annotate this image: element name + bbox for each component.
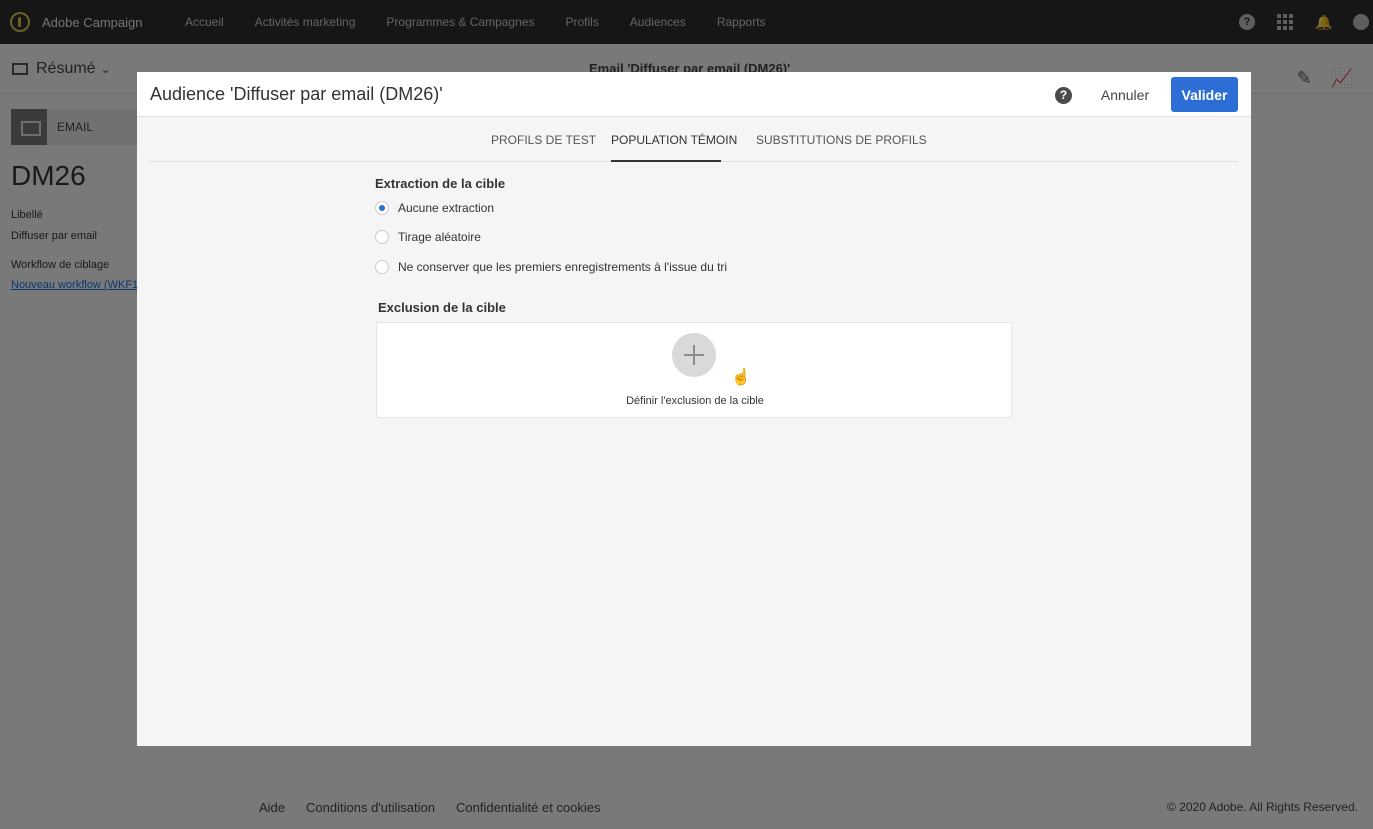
radio-label: Ne conserver que les premiers enregistre…	[398, 260, 728, 274]
radio-option-aucune-extraction[interactable]: Aucune extraction	[375, 199, 494, 217]
tab-profils-de-test[interactable]: PROFILS DE TEST	[491, 133, 596, 147]
cancel-button[interactable]: Annuler	[1089, 78, 1161, 111]
define-exclusion-label[interactable]: Définir l'exclusion de la cible	[377, 395, 1013, 407]
radio-option-tirage-aleatoire[interactable]: Tirage aléatoire	[375, 228, 481, 246]
radio-label: Aucune extraction	[398, 201, 495, 215]
dialog-header: Audience 'Diffuser par email (DM26)' ? A…	[137, 72, 1251, 117]
radio-button[interactable]	[375, 230, 389, 244]
dialog-title: Audience 'Diffuser par email (DM26)'	[150, 84, 443, 104]
active-tab-indicator	[611, 160, 721, 162]
radio-button[interactable]	[375, 201, 389, 215]
tab-substitutions-de-profils[interactable]: SUBSTITUTIONS DE PROFILS	[756, 133, 927, 147]
radio-option-premiers-enregistrements[interactable]: Ne conserver que les premiers enregistre…	[375, 258, 727, 276]
hand-pointer-icon: ☝	[731, 369, 751, 386]
validate-button[interactable]: Valider	[1171, 77, 1238, 112]
radio-label: Tirage aléatoire	[398, 230, 481, 244]
audience-dialog: Audience 'Diffuser par email (DM26)' ? A…	[137, 72, 1251, 746]
help-icon[interactable]: ?	[1055, 87, 1072, 104]
exclusion-dropzone[interactable]: ☝ Définir l'exclusion de la cible	[376, 322, 1012, 418]
dialog-tabs: PROFILS DE TEST POPULATION TÉMOIN SUBSTI…	[149, 118, 1238, 162]
tab-population-temoin[interactable]: POPULATION TÉMOIN	[611, 133, 737, 147]
exclusion-title: Exclusion de la cible	[378, 300, 506, 315]
radio-button[interactable]	[375, 260, 389, 274]
extraction-title: Extraction de la cible	[375, 176, 506, 191]
plus-icon[interactable]	[672, 333, 716, 377]
